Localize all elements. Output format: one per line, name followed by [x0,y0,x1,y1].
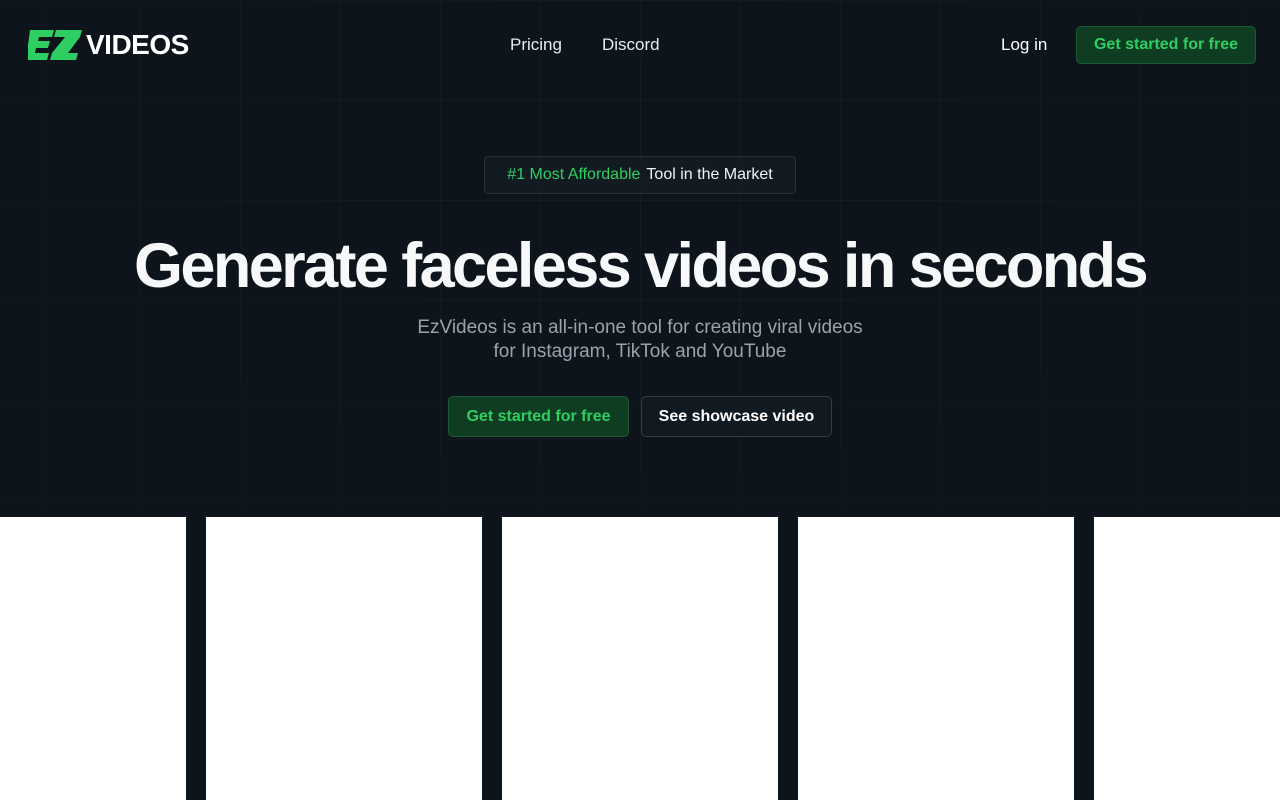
hero-subtitle-line2: for Instagram, TikTok and YouTube [493,341,787,362]
hero-get-started-button[interactable]: Get started for free [448,396,629,437]
brand-logo[interactable]: VIDEOS [28,27,189,63]
video-card-2[interactable] [206,517,482,800]
nav-item-discord[interactable]: Discord [602,33,660,57]
hero-badge: #1 Most Affordable Tool in the Market [484,156,796,194]
landing-page: VIDEOS Pricing Discord Log in Get starte… [0,0,1280,800]
hero-title: Generate faceless videos in seconds [133,231,1149,301]
hero-subtitle: EzVideos is an all-in-one tool for creat… [340,316,940,364]
login-link[interactable]: Log in [1001,33,1047,57]
main-nav: Pricing Discord [510,33,660,57]
video-card-3[interactable] [502,517,778,800]
site-header: VIDEOS Pricing Discord Log in Get starte… [0,0,1280,90]
brand-wordmark: VIDEOS [86,29,189,60]
video-card-1[interactable] [0,517,186,800]
video-showcase [0,517,1280,800]
badge-highlight: #1 Most Affordable [507,166,641,183]
hero-subtitle-line1: EzVideos is an all-in-one tool for creat… [417,317,863,338]
see-showcase-video-button[interactable]: See showcase video [641,396,832,437]
video-card-4[interactable] [798,517,1074,800]
video-card-5[interactable] [1094,517,1280,800]
ez-logo-icon [28,30,82,60]
nav-item-pricing[interactable]: Pricing [510,33,562,57]
header-get-started-button[interactable]: Get started for free [1076,26,1256,64]
badge-text: Tool in the Market [646,166,773,183]
